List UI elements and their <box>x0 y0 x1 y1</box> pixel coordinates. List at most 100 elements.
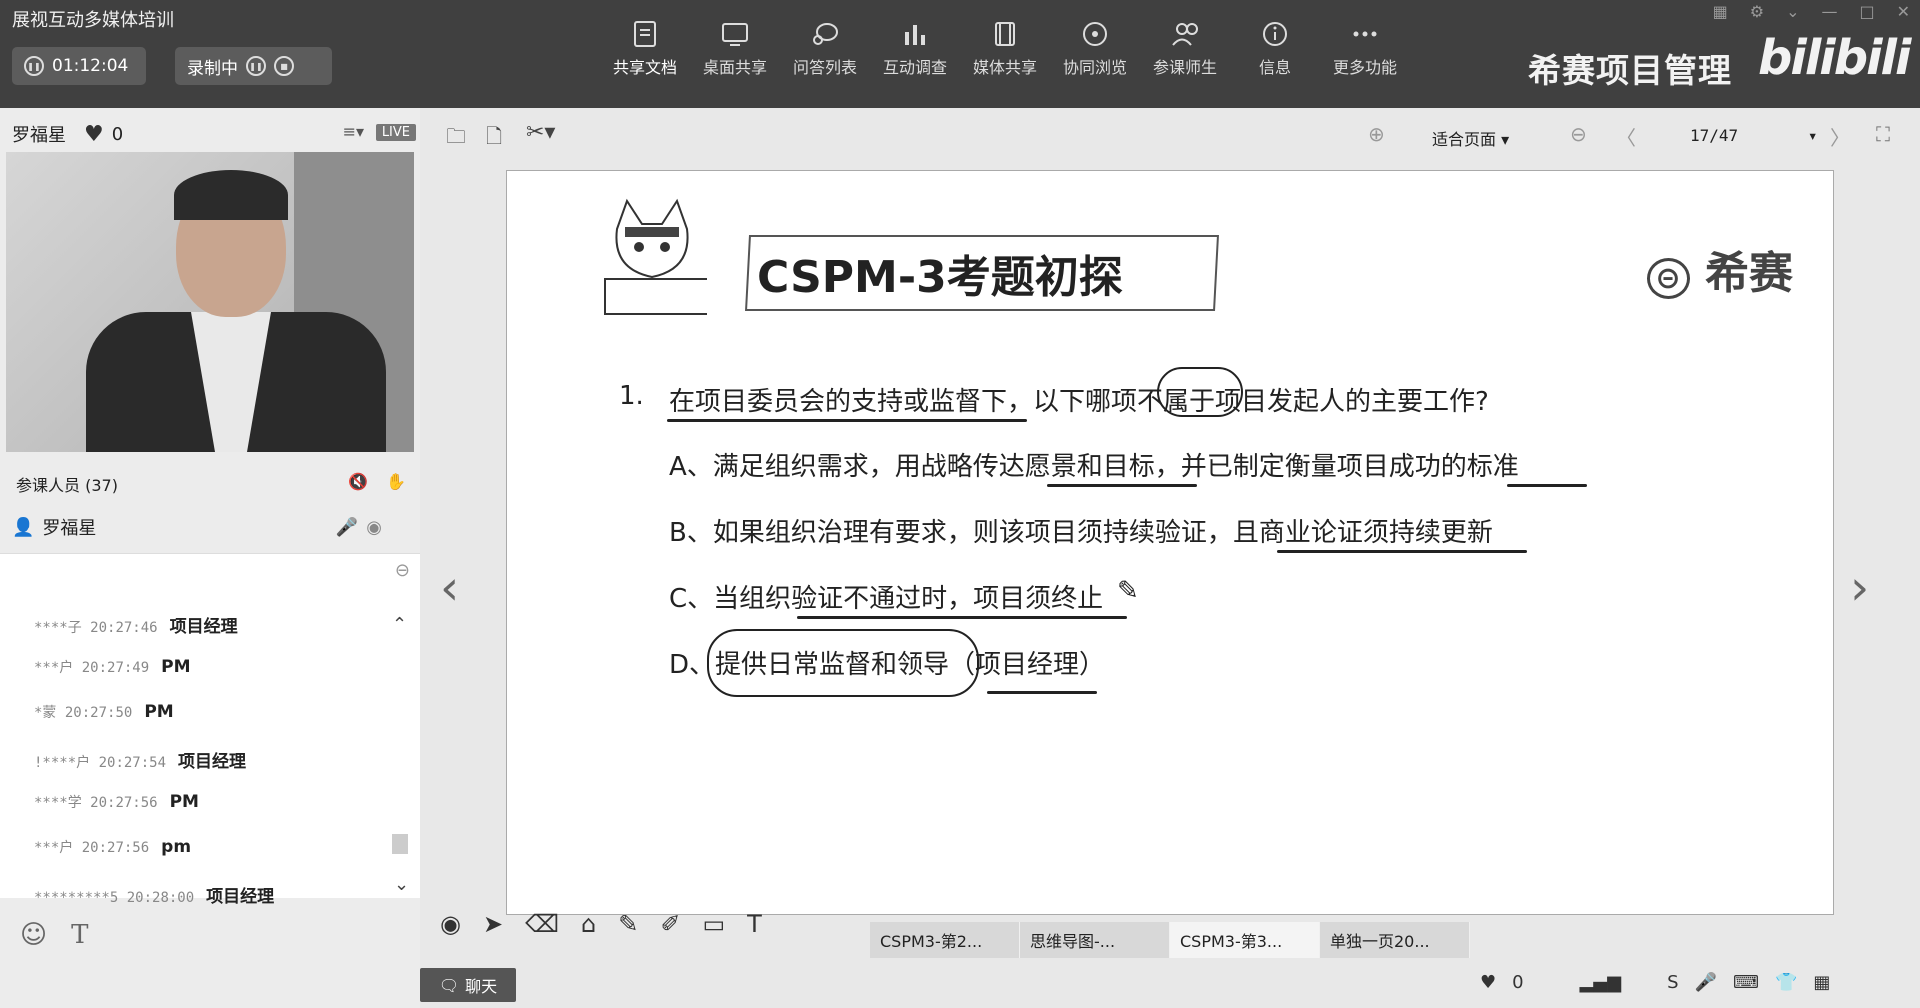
attendee-item[interactable]: 👤 罗福星 🎤 ◉ <box>12 514 382 540</box>
chevron-down-icon[interactable]: ⌄ <box>1786 2 1799 21</box>
close-icon[interactable]: ✕ <box>1897 2 1910 21</box>
chart-icon <box>901 20 929 48</box>
scroll-thumb[interactable] <box>392 834 408 854</box>
maximize-icon[interactable]: □ <box>1859 2 1874 21</box>
chevron-down-icon[interactable]: ⌄ <box>394 874 409 895</box>
fit-page-select[interactable]: 适合页面 ▾ <box>1432 126 1509 150</box>
toolbar-participants[interactable]: 参课师生 <box>1140 20 1230 78</box>
recording-control[interactable]: 录制中 ❚❚ ■ <box>175 47 332 85</box>
toolbar-label: 共享文档 <box>612 58 677 77</box>
prev-page-icon[interactable]: 〈 <box>1616 122 1636 151</box>
document-icon <box>631 20 659 48</box>
window-controls: ▦ ⚙ ⌄ — □ ✕ <box>1713 2 1910 21</box>
eraser-icon[interactable]: ⌫ <box>525 910 559 938</box>
rectangle-icon[interactable]: ▭ <box>702 910 725 938</box>
option-c: C、当组织验证不通过时，项目须终止 <box>669 584 1104 614</box>
toolbar-label: 参课师生 <box>1152 58 1217 77</box>
annotation-circle <box>1157 367 1243 417</box>
doc-tab[interactable]: CSPM3-第3... <box>1170 922 1320 958</box>
folder-icon[interactable]: 🗀 <box>446 122 466 156</box>
app-title: 展视互动多媒体培训 <box>12 10 174 31</box>
timer-value: 01:12:04 <box>52 56 129 76</box>
chat-meta: ****学 20:27:56 <box>34 795 158 811</box>
annotation-underline <box>1507 484 1587 487</box>
chat-message: !****户 20:27:54 项目经理 <box>34 747 246 772</box>
toolbar-desktop-share[interactable]: 桌面共享 <box>690 20 780 78</box>
microphone-icon[interactable]: 🎤 <box>336 517 358 538</box>
pen-cursor-icon: ✎ <box>1117 576 1139 606</box>
emoji-icon[interactable]: ☺ <box>20 920 47 950</box>
logo-mark-icon: ⊝ <box>1646 258 1690 299</box>
more-icon <box>1351 20 1379 48</box>
scissors-icon[interactable]: ✂▾ <box>526 120 555 145</box>
camera-icon[interactable]: ◉ <box>366 517 382 538</box>
settings-icon[interactable]: ⚙ <box>1750 2 1764 21</box>
chevron-up-icon[interactable]: ⌃ <box>392 614 412 635</box>
hand-icon[interactable]: ✋ <box>386 472 406 496</box>
question-text: 在项目委员会的支持或监督下，以下哪项不属于项目发起人的主要工作? <box>669 387 1489 417</box>
desktop-icon <box>721 20 749 48</box>
toolbar-more[interactable]: 更多功能 <box>1320 20 1410 78</box>
pen-icon[interactable]: ✎ <box>618 910 638 938</box>
chat-meta: ***户 20:27:49 <box>34 660 150 676</box>
chat-scrollbar[interactable]: ⌃ <box>392 614 412 864</box>
doc-tab[interactable]: CSPM3-第2... <box>870 922 1020 958</box>
chat-text: PM <box>144 702 174 722</box>
left-panel: 罗福星 ♥ 0 ≡▾ LIVE 参课人员 (37) 🔇 ✋ 👤 罗福星 🎤 ◉ … <box>0 108 420 1008</box>
doc-tab[interactable]: 单独一页20... <box>1320 922 1470 958</box>
toolbar-media-share[interactable]: 媒体共享 <box>960 20 1050 78</box>
new-doc-icon[interactable]: 🗋 <box>486 122 502 156</box>
chat-meta: !****户 20:27:54 <box>34 755 167 771</box>
zoom-out-icon[interactable]: ⊖ <box>1570 122 1587 146</box>
pause-recording-icon[interactable]: ❚❚ <box>246 56 266 76</box>
ime-icon[interactable]: S <box>1667 972 1678 993</box>
list-menu-icon[interactable]: ≡▾ <box>343 122 364 141</box>
user-icon: 👤 <box>12 516 35 538</box>
qa-icon <box>811 20 839 48</box>
stop-recording-icon[interactable]: ■ <box>274 56 294 76</box>
shirt-icon[interactable]: 👕 <box>1775 972 1797 993</box>
chat-tab-label: 聊天 <box>465 977 498 996</box>
highlighter-icon[interactable]: ✐ <box>660 910 680 938</box>
pointer-icon[interactable]: ➤ <box>483 910 503 938</box>
toolbar-co-browse[interactable]: 协同浏览 <box>1050 20 1140 78</box>
presenter-name: 罗福星 <box>12 125 66 146</box>
slide-next-arrow[interactable]: › <box>1850 560 1869 616</box>
text-tool-icon[interactable]: T <box>747 910 762 938</box>
chat-message: ****子 20:27:46 项目经理 <box>34 612 238 637</box>
toolbar-survey[interactable]: 互动调查 <box>870 20 960 78</box>
keyboard-icon[interactable]: ⌨ <box>1733 972 1759 993</box>
apps-icon[interactable]: ▦ <box>1813 972 1830 993</box>
attendees-header: 参课人员 (37) 🔇 ✋ <box>16 472 406 496</box>
slide-prev-arrow[interactable]: ‹ <box>440 560 459 616</box>
brand-name: 希赛项目管理 <box>1528 51 1732 90</box>
collapse-icon[interactable]: ⊖ <box>395 560 410 581</box>
info-icon <box>1261 20 1289 48</box>
chat-meta: *蒙 20:27:50 <box>34 705 133 721</box>
clear-icon[interactable]: ⌂ <box>581 910 596 938</box>
fullscreen-icon[interactable]: ⛶ <box>1876 122 1890 146</box>
heart-icon[interactable]: ♥ <box>1480 972 1496 993</box>
toolbar-qa-list[interactable]: 问答列表 <box>780 20 870 78</box>
toolbar-info[interactable]: 信息 <box>1230 20 1320 78</box>
compass-icon <box>1081 20 1109 48</box>
document-tabs: CSPM3-第2... 思维导图-... CSPM3-第3... 单独一页20.… <box>870 922 1470 958</box>
next-page-icon[interactable]: 〉 <box>1830 122 1850 151</box>
signal-icon: ▂▄▆ <box>1579 972 1622 993</box>
minimize-icon[interactable]: — <box>1821 2 1837 21</box>
chat-meta: ***户 20:27:56 <box>34 840 150 856</box>
zoom-in-icon[interactable]: ⊕ <box>1368 122 1385 146</box>
grid-icon[interactable]: ▦ <box>1713 2 1728 21</box>
heart-icon[interactable]: ♥ <box>84 122 104 147</box>
doc-tab[interactable]: 思维导图-... <box>1020 922 1170 958</box>
chat-tab[interactable]: 🗨 聊天 <box>420 968 516 1002</box>
text-format-icon[interactable]: T <box>71 920 88 950</box>
record-icon[interactable]: ◉ <box>440 910 461 938</box>
mute-all-icon[interactable]: 🔇 <box>348 472 368 496</box>
toolbar-shared-doc[interactable]: 共享文档 <box>600 20 690 78</box>
annotation-underline <box>1047 484 1197 487</box>
page-indicator[interactable]: 17/47 ▾ <box>1690 126 1817 145</box>
microphone-icon[interactable]: 🎤 <box>1695 972 1717 993</box>
presenter-likes: 0 <box>111 123 124 145</box>
chat-text: pm <box>161 837 192 857</box>
